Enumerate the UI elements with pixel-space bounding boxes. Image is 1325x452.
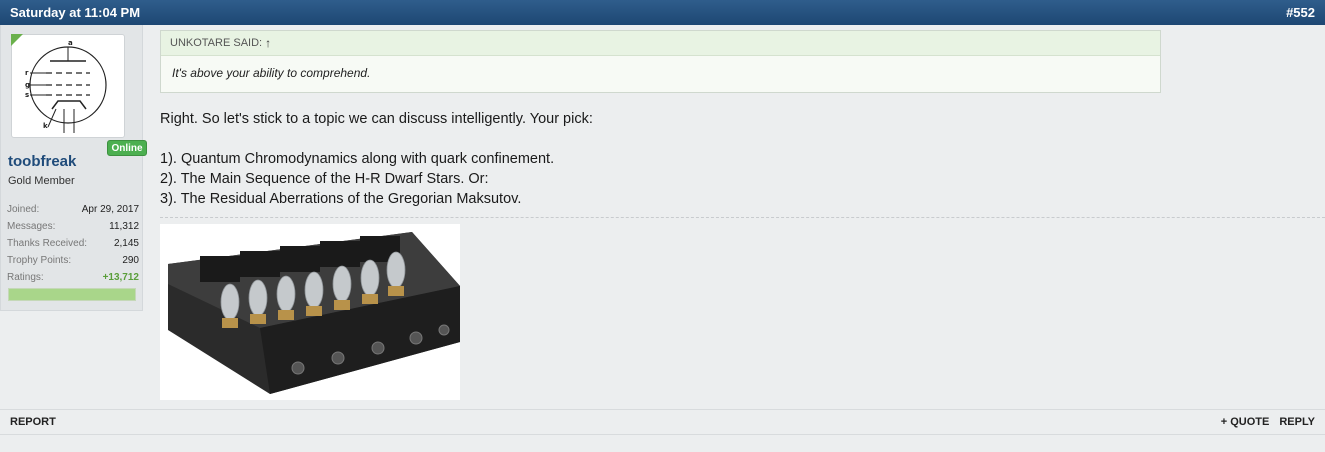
- stat-key: Messages:: [7, 221, 56, 232]
- quote-author: UNKOTARE SAID:: [170, 37, 263, 49]
- quote-text: It's above your ability to comprehend.: [172, 66, 371, 80]
- avatar[interactable]: a r g s k: [11, 34, 125, 138]
- avatar-label-s: s: [25, 91, 29, 99]
- post-header-bar: Saturday at 11:04 PM #552: [0, 0, 1325, 25]
- stat-messages: Messages: 11,312: [7, 218, 139, 235]
- user-stats: Joined: Apr 29, 2017 Messages: 11,312 Th…: [7, 201, 139, 286]
- stat-key: Ratings:: [7, 272, 44, 283]
- stat-key: Trophy Points:: [7, 255, 72, 266]
- stat-value[interactable]: 11,312: [109, 221, 139, 232]
- message-option: 3). The Residual Aberrations of the Greg…: [160, 191, 522, 207]
- stat-key: Thanks Received:: [7, 238, 88, 249]
- message-intro: Right. So let's stick to a topic we can …: [160, 111, 593, 127]
- stat-key: Joined:: [7, 204, 40, 215]
- stat-trophy: Trophy Points: 290: [7, 252, 139, 269]
- avatar-label-k: k: [43, 122, 48, 130]
- vacuum-tube-avatar-icon: a r g s k: [25, 39, 107, 133]
- post-timestamp[interactable]: Saturday at 11:04 PM: [10, 5, 140, 20]
- online-status-badge: Online: [107, 140, 147, 156]
- stat-ratings: Ratings: +13,712: [7, 269, 139, 286]
- user-title: Gold Member: [8, 175, 75, 187]
- quote-link[interactable]: + QUOTE: [1221, 416, 1270, 428]
- stat-value: Apr 29, 2017: [81, 204, 139, 215]
- quote-block: UNKOTARE SAID: ↑ It's above your ability…: [160, 30, 1161, 93]
- stat-joined: Joined: Apr 29, 2017: [7, 201, 139, 218]
- username-link[interactable]: toobfreak: [8, 153, 76, 170]
- amplifier-image[interactable]: [160, 224, 460, 400]
- rating-bar[interactable]: [8, 288, 136, 301]
- user-info-panel: a r g s k Online toobfreak Gold Member J…: [0, 25, 147, 311]
- message-divider: [160, 217, 1325, 218]
- message-option: 2). The Main Sequence of the H-R Dwarf S…: [160, 171, 489, 187]
- stat-value: 2,145: [113, 238, 139, 249]
- tube-amplifier-image: [160, 224, 460, 400]
- stat-thanks: Thanks Received: 2,145: [7, 235, 139, 252]
- post-number-link[interactable]: #552: [1286, 5, 1315, 20]
- report-link[interactable]: REPORT: [10, 416, 56, 428]
- arrow-up-icon[interactable]: ↑: [265, 36, 271, 50]
- stat-value[interactable]: 290: [122, 255, 139, 266]
- avatar-label-a: a: [68, 39, 73, 47]
- post-actions-right: + QUOTE REPLY: [1221, 416, 1315, 428]
- reply-link[interactable]: REPLY: [1279, 416, 1315, 428]
- avatar-label-r: r: [25, 69, 29, 77]
- stat-value[interactable]: +13,712: [103, 272, 139, 283]
- post-actions-bar: REPORT + QUOTE REPLY: [0, 409, 1325, 435]
- message-blank-line: [160, 129, 593, 149]
- avatar-label-g: g: [25, 81, 30, 89]
- message-option: 1). Quantum Chromodynamics along with qu…: [160, 151, 555, 167]
- quote-header: UNKOTARE SAID: ↑: [161, 31, 1160, 56]
- message-body: Right. So let's stick to a topic we can …: [160, 109, 593, 209]
- new-post-corner-icon: [11, 34, 23, 46]
